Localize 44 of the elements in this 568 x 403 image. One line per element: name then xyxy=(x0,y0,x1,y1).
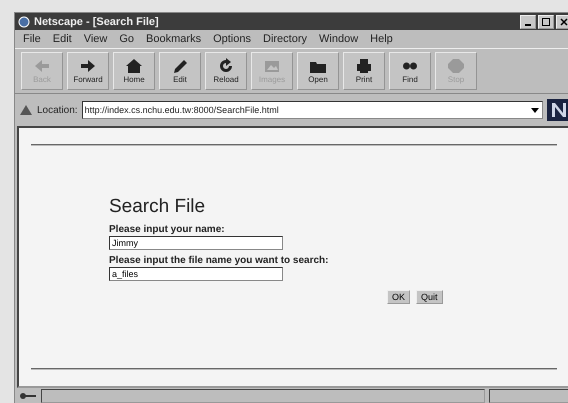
close-icon xyxy=(560,18,568,26)
right-arrow-icon xyxy=(79,58,97,74)
field-label: Please input the file name you want to search: xyxy=(109,255,328,266)
toolbar-button[interactable]: Home xyxy=(113,52,155,90)
maximize-button[interactable] xyxy=(538,14,554,28)
menu-item[interactable]: Edit xyxy=(52,33,72,45)
menu-item[interactable]: Directory xyxy=(263,33,308,45)
minimize-icon xyxy=(525,24,531,26)
house-icon xyxy=(125,58,143,74)
form-button[interactable]: Quit xyxy=(416,290,443,304)
url-field[interactable]: http://index.cs.nchu.edu.tw:8000/SearchFile.html xyxy=(82,101,543,119)
toolbar-button[interactable]: Reload xyxy=(205,52,247,90)
close-button[interactable] xyxy=(556,14,568,28)
field-label: Please input your name: xyxy=(109,224,225,235)
menu-item[interactable]: Help xyxy=(370,33,393,45)
toolbar-button[interactable]: Edit xyxy=(159,52,201,90)
toolbar-button[interactable]: Open xyxy=(297,52,339,90)
n-logo-icon xyxy=(547,99,568,121)
window-title: Netscape - [Search File] xyxy=(34,16,160,28)
menu-item[interactable]: Window xyxy=(319,33,358,45)
toolbar-button[interactable]: Find xyxy=(389,52,431,90)
reload-icon xyxy=(217,58,235,74)
toolbar-button[interactable]: Print xyxy=(343,52,385,90)
left-arrow-icon xyxy=(33,58,51,74)
menu-item[interactable]: File xyxy=(23,33,41,45)
menu-item[interactable]: Bookmarks xyxy=(146,33,202,45)
input-field[interactable]: Jimmy xyxy=(109,236,283,250)
globe-icon xyxy=(18,16,30,28)
toolbar-button[interactable]: Forward xyxy=(67,52,109,90)
picture-icon xyxy=(263,58,281,74)
maximize-icon xyxy=(542,18,550,26)
location-label: Location: xyxy=(37,104,78,116)
minimize-button[interactable] xyxy=(520,14,536,28)
menu-item[interactable]: View xyxy=(84,33,108,45)
pencil-icon xyxy=(171,58,189,74)
key-icon xyxy=(19,391,37,401)
form-button[interactable]: OK xyxy=(387,290,410,304)
stop-icon xyxy=(447,58,465,74)
page-heading: Search File xyxy=(109,196,206,218)
menu-item[interactable]: Go xyxy=(119,33,134,45)
menu-item[interactable]: Options xyxy=(213,33,251,45)
bookmark-icon[interactable] xyxy=(19,104,33,116)
input-field[interactable]: a_files xyxy=(109,267,283,281)
dropdown-icon[interactable] xyxy=(530,105,540,115)
